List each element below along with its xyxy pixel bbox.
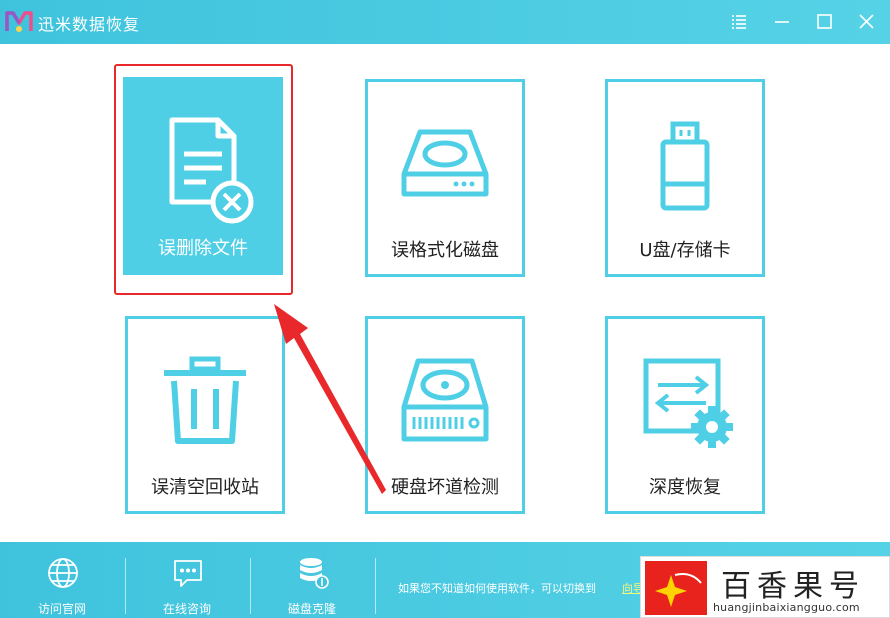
watermark-brand: 百香果号 <box>721 569 865 604</box>
title-bar: 迅米数据恢复 <box>0 0 890 44</box>
usb-drive-icon <box>660 121 710 211</box>
minimize-button[interactable] <box>768 8 796 36</box>
menu-button[interactable] <box>725 8 753 36</box>
database-icon <box>300 558 329 589</box>
tile-label: U盘/存储卡 <box>639 240 731 261</box>
watermark-logo-icon <box>645 561 707 615</box>
disk-icon <box>401 129 489 197</box>
online-consult-button[interactable]: 在线咨询 <box>137 542 237 618</box>
tile-formatted-disk[interactable]: 误格式化磁盘 <box>365 79 525 277</box>
globe-icon <box>48 558 78 588</box>
deleted-file-icon <box>169 117 254 224</box>
menu-icon <box>732 15 746 29</box>
visit-website-button[interactable]: 访问官网 <box>12 542 112 618</box>
tile-deep-recovery[interactable]: 深度恢复 <box>605 316 765 514</box>
deep-recovery-icon <box>643 358 733 448</box>
tile-label: 误删除文件 <box>158 238 248 259</box>
tile-recycle-bin[interactable]: 误清空回收站 <box>125 316 285 514</box>
tile-bad-sector-scan[interactable]: 硬盘坏道检测 <box>365 316 525 514</box>
main-panel: 误删除文件 误格式化磁盘 U盘/存储卡 误清空回收站 硬盘坏道检测 深度恢复 <box>0 44 890 542</box>
tile-label: 误清空回收站 <box>151 477 259 498</box>
close-button[interactable] <box>852 8 880 36</box>
footer-divider <box>375 558 376 614</box>
footer-item-label: 访问官网 <box>37 602 86 616</box>
tile-label: 误格式化磁盘 <box>391 240 499 261</box>
tile-usb-card[interactable]: U盘/存储卡 <box>605 79 765 277</box>
footer-divider <box>125 558 126 614</box>
maximize-icon <box>817 14 832 29</box>
tile-label: 硬盘坏道检测 <box>391 477 499 498</box>
footer-divider <box>250 558 251 614</box>
disk-clone-button[interactable]: 磁盘克隆 <box>262 542 362 618</box>
tile-deleted-files[interactable]: 误删除文件 <box>123 77 283 275</box>
minimize-icon <box>775 21 789 23</box>
window-title: 迅米数据恢复 <box>38 15 141 34</box>
app-logo-icon <box>5 11 33 32</box>
chat-icon <box>174 560 202 587</box>
hard-disk-icon <box>401 358 489 442</box>
close-icon <box>859 14 874 29</box>
trash-icon <box>164 356 246 444</box>
footer-hint-text: 如果您不知道如何使用软件，可以切换到 <box>398 582 596 595</box>
footer-item-label: 磁盘克隆 <box>287 602 336 616</box>
watermark: 百香果号 huangjinbaixiangguo.com <box>640 556 890 618</box>
footer-item-label: 在线咨询 <box>162 602 211 616</box>
maximize-button[interactable] <box>810 8 838 36</box>
watermark-url: huangjinbaixiangguo.com <box>713 601 860 614</box>
tile-label: 深度恢复 <box>649 477 721 498</box>
